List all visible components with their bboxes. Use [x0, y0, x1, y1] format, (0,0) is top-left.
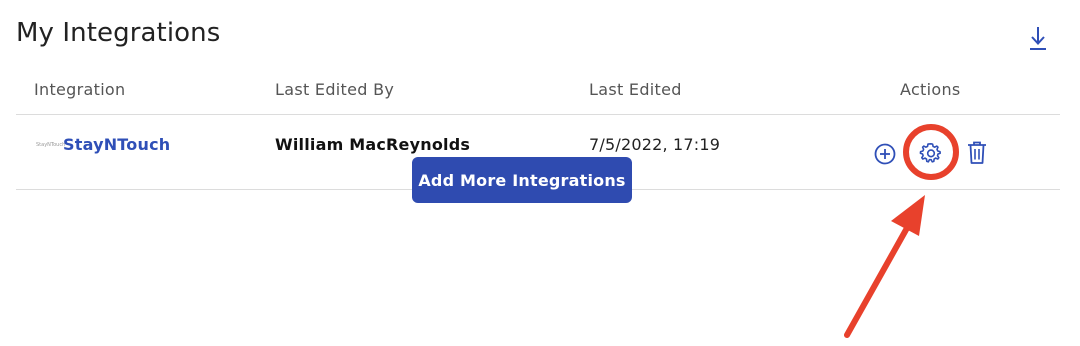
gear-icon[interactable] [919, 141, 943, 169]
add-circle-icon[interactable] [873, 142, 897, 170]
annotation-arrow-head [891, 195, 925, 236]
page-title: My Integrations [16, 18, 221, 48]
add-more-integrations-button[interactable]: Add More Integrations [412, 157, 632, 203]
integration-name-link[interactable]: StayNTouch [63, 135, 170, 154]
integrations-page: My Integrations Integration Last Edited … [0, 0, 1080, 346]
column-header-last-edited-by: Last Edited By [275, 80, 395, 99]
column-header-last-edited: Last Edited [589, 80, 682, 99]
last-edited-by-cell: William MacReynolds [275, 135, 471, 154]
integration-logo: StayNTouch [36, 142, 66, 148]
column-header-integration: Integration [34, 80, 126, 99]
last-edited-cell: 7/5/2022, 17:19 [589, 135, 721, 154]
trash-icon[interactable] [966, 140, 988, 170]
column-header-actions: Actions [900, 80, 961, 99]
download-icon[interactable] [1024, 24, 1052, 54]
table-header: Integration Last Edited By Last Edited A… [16, 70, 1060, 115]
annotation-arrow-shaft [844, 225, 910, 338]
